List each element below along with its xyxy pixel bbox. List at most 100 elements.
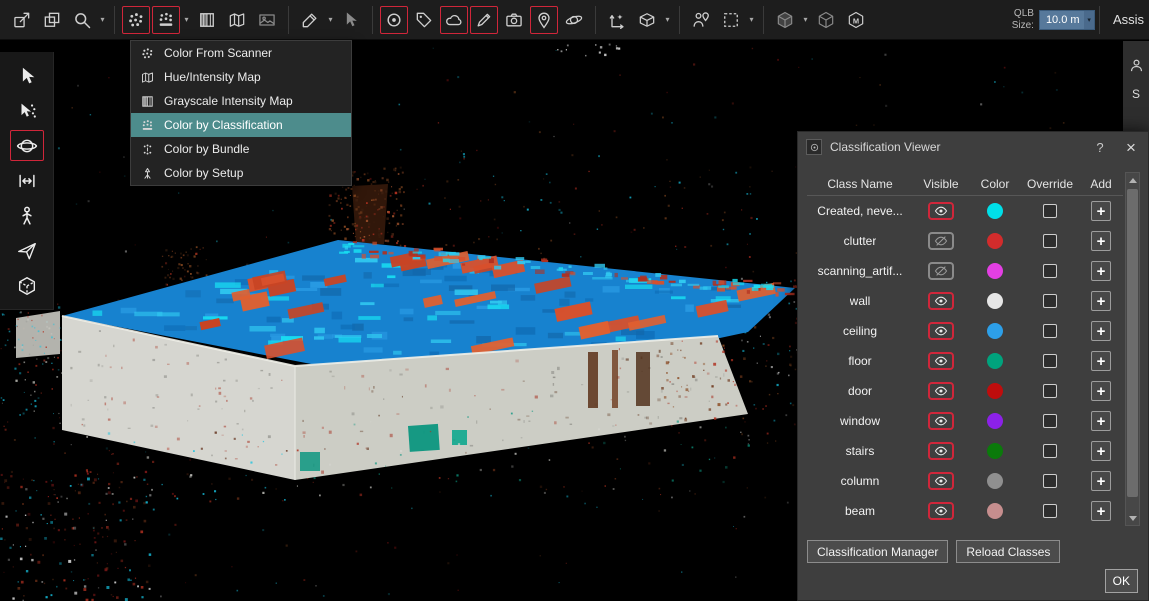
visibility-toggle[interactable] <box>928 412 954 430</box>
add-button[interactable]: + <box>1091 501 1111 521</box>
zoom-button[interactable] <box>68 6 96 34</box>
menu-item-color-from-scanner[interactable]: Color From Scanner <box>131 41 351 65</box>
chevron-down-icon[interactable]: ▾ <box>326 15 335 24</box>
cube-outline-button[interactable] <box>812 6 840 34</box>
annotate-pen-button[interactable] <box>470 6 498 34</box>
menu-item-grayscale-map[interactable]: Grayscale Intensity Map <box>131 89 351 113</box>
color-swatch[interactable] <box>987 503 1003 519</box>
add-button[interactable]: + <box>1091 321 1111 341</box>
clipping-box-button[interactable] <box>10 270 44 301</box>
add-button[interactable]: + <box>1091 231 1111 251</box>
override-checkbox[interactable] <box>1043 324 1057 338</box>
visibility-toggle[interactable] <box>928 322 954 340</box>
visibility-toggle[interactable] <box>928 292 954 310</box>
chevron-down-icon[interactable]: ▾ <box>801 15 810 24</box>
user-icon[interactable] <box>1128 57 1145 74</box>
import-project-button[interactable] <box>8 6 36 34</box>
duplicate-view-button[interactable] <box>38 6 66 34</box>
orbit-tool-button[interactable] <box>560 6 588 34</box>
chevron-down-icon[interactable]: ▾ <box>663 15 672 24</box>
add-button[interactable]: + <box>1091 291 1111 311</box>
override-checkbox[interactable] <box>1043 204 1057 218</box>
multi-select-arrow-button[interactable] <box>10 95 44 126</box>
pano-image-button[interactable] <box>253 6 281 34</box>
scroll-down-button[interactable] <box>1126 511 1139 525</box>
orbit-navigation-button[interactable] <box>10 130 44 161</box>
walkthrough-person-button[interactable] <box>10 200 44 231</box>
pan-button[interactable] <box>10 165 44 196</box>
coordinate-axes-button[interactable] <box>603 6 631 34</box>
cloud-button[interactable] <box>440 6 468 34</box>
add-button[interactable]: + <box>1091 471 1111 491</box>
close-button[interactable]: × <box>1118 139 1144 156</box>
tag-button[interactable] <box>410 6 438 34</box>
menu-item-color-by-bundle[interactable]: Color by Bundle <box>131 137 351 161</box>
color-by-classification-button[interactable] <box>152 6 180 34</box>
add-button[interactable]: + <box>1091 261 1111 281</box>
visibility-toggle[interactable] <box>928 472 954 490</box>
color-swatch[interactable] <box>987 443 1003 459</box>
override-checkbox[interactable] <box>1043 234 1057 248</box>
target-button[interactable] <box>380 6 408 34</box>
selection-box-button[interactable] <box>717 6 745 34</box>
visibility-toggle[interactable] <box>928 382 954 400</box>
visibility-toggle[interactable] <box>928 262 954 280</box>
visibility-toggle[interactable] <box>928 232 954 250</box>
location-pin-button[interactable] <box>530 6 558 34</box>
color-swatch[interactable] <box>987 413 1003 429</box>
menu-item-color-by-setup[interactable]: Color by Setup <box>131 161 351 185</box>
chevron-down-icon[interactable]: ▾ <box>1084 11 1094 29</box>
hue-map-button[interactable] <box>223 6 251 34</box>
scroll-up-button[interactable] <box>1126 173 1139 187</box>
ok-button[interactable]: OK <box>1105 569 1138 593</box>
override-checkbox[interactable] <box>1043 414 1057 428</box>
menu-item-hue-map[interactable]: Hue/Intensity Map <box>131 65 351 89</box>
chevron-down-icon[interactable]: ▾ <box>98 15 107 24</box>
color-swatch[interactable] <box>987 383 1003 399</box>
qlb-size-dropdown[interactable]: 10.0 m ▾ <box>1039 10 1095 30</box>
color-swatch[interactable] <box>987 263 1003 279</box>
scrollbar-track[interactable] <box>1126 187 1139 511</box>
override-checkbox[interactable] <box>1043 474 1057 488</box>
override-checkbox[interactable] <box>1043 294 1057 308</box>
visibility-toggle[interactable] <box>928 202 954 220</box>
color-swatch[interactable] <box>987 293 1003 309</box>
cube-m-button[interactable] <box>842 6 870 34</box>
menu-item-color-by-classification[interactable]: Color by Classification <box>131 113 351 137</box>
color-swatch[interactable] <box>987 473 1003 489</box>
add-button[interactable]: + <box>1091 381 1111 401</box>
visibility-toggle[interactable] <box>928 502 954 520</box>
override-checkbox[interactable] <box>1043 384 1057 398</box>
scrollbar-thumb[interactable] <box>1127 189 1138 497</box>
camera-button[interactable] <box>500 6 528 34</box>
override-checkbox[interactable] <box>1043 504 1057 518</box>
override-checkbox[interactable] <box>1043 264 1057 278</box>
fly-plane-button[interactable] <box>10 235 44 266</box>
override-checkbox[interactable] <box>1043 444 1057 458</box>
clip-grid-button[interactable] <box>633 6 661 34</box>
reload-classes-button[interactable]: Reload Classes <box>956 540 1060 563</box>
panel-titlebar[interactable]: Classification Viewer ? × <box>798 132 1148 162</box>
visibility-toggle[interactable] <box>928 352 954 370</box>
scrollbar[interactable] <box>1125 172 1140 526</box>
help-button[interactable]: ? <box>1090 140 1110 155</box>
color-from-scanner-button[interactable] <box>122 6 150 34</box>
add-button[interactable]: + <box>1091 441 1111 461</box>
visibility-toggle[interactable] <box>928 442 954 460</box>
view-cube-button[interactable] <box>771 6 799 34</box>
override-checkbox[interactable] <box>1043 354 1057 368</box>
chevron-down-icon[interactable]: ▾ <box>182 15 191 24</box>
color-swatch[interactable] <box>987 323 1003 339</box>
color-swatch[interactable] <box>987 203 1003 219</box>
add-button[interactable]: + <box>1091 411 1111 431</box>
color-swatch[interactable] <box>987 353 1003 369</box>
user-position-button[interactable] <box>687 6 715 34</box>
pick-cursor-button[interactable] <box>337 6 365 34</box>
grayscale-map-button[interactable] <box>193 6 221 34</box>
select-arrow-button[interactable] <box>10 60 44 91</box>
classification-manager-button[interactable]: Classification Manager <box>807 540 948 563</box>
marker-pen-button[interactable] <box>296 6 324 34</box>
add-button[interactable]: + <box>1091 351 1111 371</box>
color-swatch[interactable] <box>987 233 1003 249</box>
add-button[interactable]: + <box>1091 201 1111 221</box>
